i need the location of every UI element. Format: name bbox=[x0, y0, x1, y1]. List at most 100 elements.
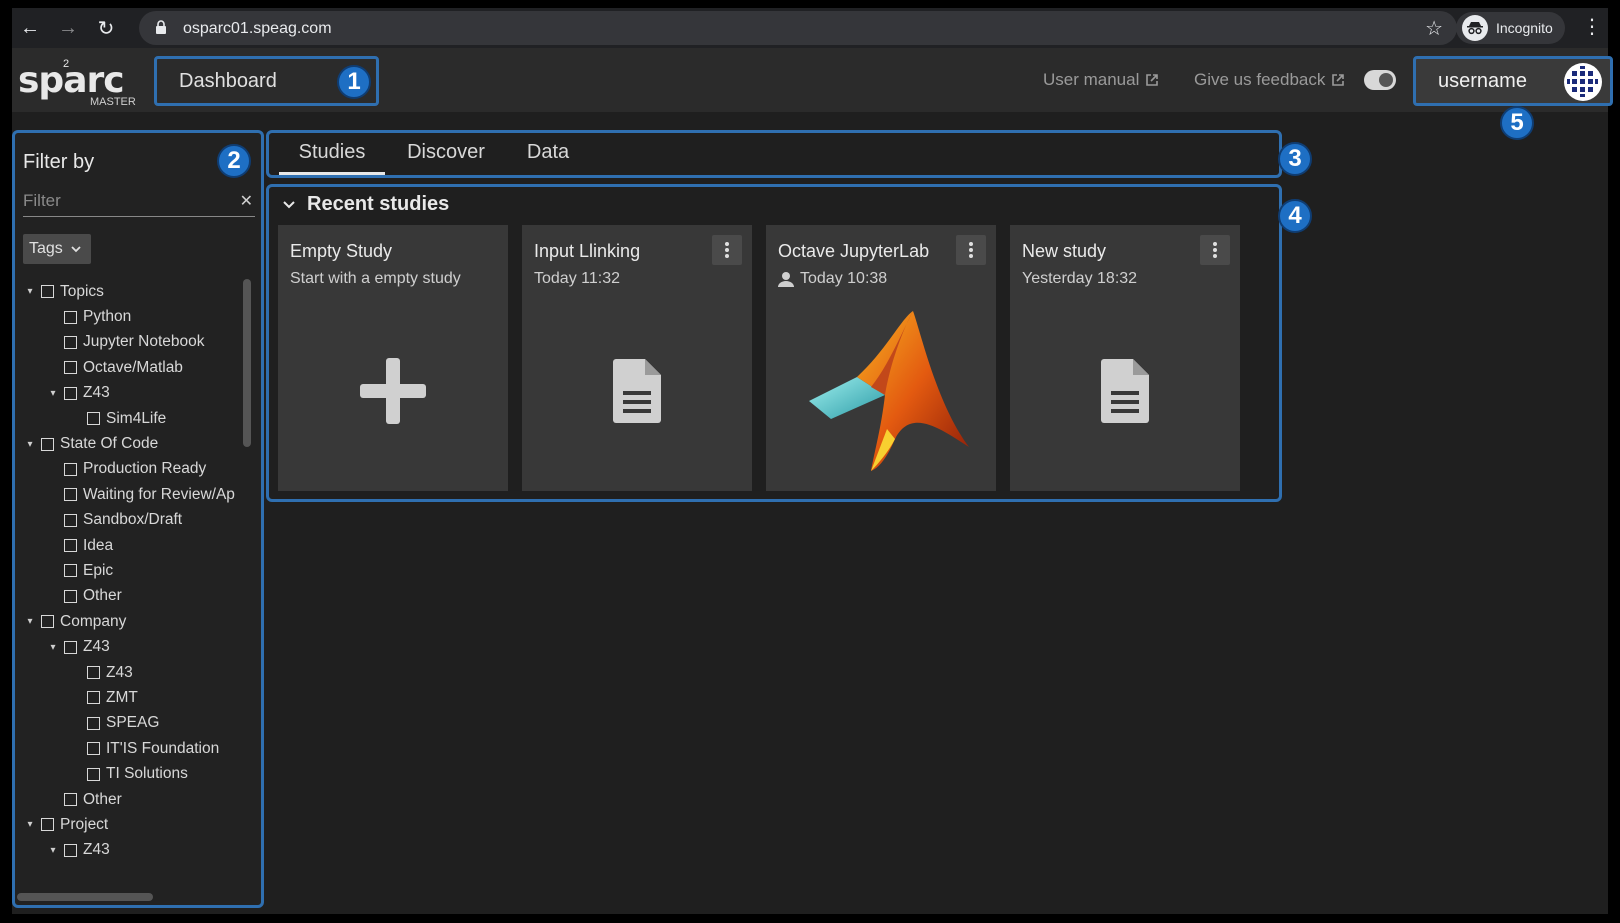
plus-icon bbox=[278, 301, 508, 481]
tag-tree-item[interactable]: Sandbox/Draft bbox=[23, 508, 245, 533]
address-bar[interactable]: osparc01.speag.com ☆ bbox=[139, 11, 1457, 45]
browser-toolbar: ← → ↻ osparc01.speag.com ☆ Incognito ⋮ bbox=[12, 8, 1608, 48]
tag-tree-item[interactable]: Idea bbox=[23, 533, 245, 558]
tag-checkbox[interactable] bbox=[64, 386, 77, 400]
recent-studies-title: Recent studies bbox=[307, 193, 450, 215]
tag-checkbox[interactable] bbox=[64, 488, 77, 502]
study-card-subtitle-row: Yesterday 18:32 bbox=[1022, 270, 1137, 288]
tag-checkbox[interactable] bbox=[64, 335, 77, 349]
tag-checkbox[interactable] bbox=[87, 716, 100, 730]
incognito-label: Incognito bbox=[1496, 20, 1553, 36]
osparc-logo[interactable]: sparc 2 MASTER bbox=[18, 58, 138, 108]
feedback-link[interactable]: Give us feedback bbox=[1194, 70, 1345, 90]
tab-discover[interactable]: Discover bbox=[397, 141, 495, 175]
tag-checkbox[interactable] bbox=[64, 843, 77, 857]
tag-tree-item[interactable]: Epic bbox=[23, 558, 245, 583]
tag-tree-item[interactable]: ▾ Project bbox=[23, 812, 245, 837]
incognito-profile-button[interactable]: Incognito bbox=[1456, 12, 1565, 44]
vertical-dots-icon bbox=[1213, 242, 1217, 258]
tag-tree-item[interactable]: IT'IS Foundation bbox=[23, 736, 245, 761]
kebab-menu-icon[interactable]: ⋮ bbox=[1582, 14, 1602, 39]
tag-checkbox[interactable] bbox=[87, 691, 100, 705]
tag-label: Z43 bbox=[83, 841, 110, 859]
caret-down-icon[interactable]: ▾ bbox=[46, 845, 60, 856]
tag-tree-item[interactable]: ▾ Z43 bbox=[23, 381, 245, 406]
tag-tree-item[interactable]: Production Ready bbox=[23, 457, 245, 482]
tag-checkbox[interactable] bbox=[64, 539, 77, 553]
theme-toggle[interactable] bbox=[1364, 70, 1396, 90]
username-label: username bbox=[1438, 69, 1527, 92]
tag-tree-item[interactable]: TI Solutions bbox=[23, 761, 245, 786]
study-card-subtitle: Today 10:38 bbox=[800, 270, 888, 287]
study-card[interactable]: Octave JupyterLab Today 10:38 bbox=[766, 225, 996, 491]
tag-tree-item[interactable]: Sim4Life bbox=[23, 406, 245, 431]
tag-checkbox[interactable] bbox=[64, 513, 77, 527]
annotation-badge-4: 4 bbox=[1278, 199, 1312, 233]
bookmark-star-icon[interactable]: ☆ bbox=[1425, 16, 1443, 41]
tag-checkbox[interactable] bbox=[64, 640, 77, 654]
tag-checkbox[interactable] bbox=[64, 310, 77, 324]
tag-checkbox[interactable] bbox=[64, 564, 77, 578]
caret-down-icon[interactable]: ▾ bbox=[23, 819, 37, 830]
tag-tree-item[interactable]: Jupyter Notebook bbox=[23, 330, 245, 355]
tag-tree-item[interactable]: Z43 bbox=[23, 660, 245, 685]
tag-label: Sim4Life bbox=[106, 409, 167, 427]
study-options-button[interactable] bbox=[712, 235, 742, 265]
tags-dropdown-button[interactable]: Tags bbox=[23, 234, 91, 264]
tag-checkbox[interactable] bbox=[41, 437, 54, 451]
tag-tree-item[interactable]: ▾ State Of Code bbox=[23, 431, 245, 456]
tag-label: Project bbox=[60, 815, 109, 833]
tag-checkbox[interactable] bbox=[64, 589, 77, 603]
tag-tree-item[interactable]: ▾ Z43 bbox=[23, 838, 245, 863]
tag-checkbox[interactable] bbox=[64, 361, 77, 375]
recent-studies-header[interactable]: Recent studies bbox=[283, 193, 449, 216]
vertical-scrollbar[interactable] bbox=[243, 279, 251, 447]
tag-checkbox[interactable] bbox=[41, 615, 54, 629]
matlab-logo-icon bbox=[766, 301, 996, 481]
caret-down-icon[interactable]: ▾ bbox=[23, 439, 37, 450]
user-avatar bbox=[1564, 63, 1602, 101]
tag-tree-item[interactable]: Other bbox=[23, 787, 245, 812]
tab-studies[interactable]: Studies bbox=[279, 141, 385, 175]
user-menu-button[interactable]: username bbox=[1413, 56, 1613, 106]
filter-input[interactable] bbox=[23, 187, 233, 215]
back-arrow-icon[interactable]: ← bbox=[16, 14, 44, 42]
tag-checkbox[interactable] bbox=[41, 285, 54, 299]
tag-tree-item[interactable]: ZMT bbox=[23, 685, 245, 710]
tag-tree-item[interactable]: Octave/Matlab bbox=[23, 355, 245, 380]
tag-checkbox[interactable] bbox=[64, 793, 77, 806]
vertical-dots-icon bbox=[969, 242, 973, 258]
study-options-button[interactable] bbox=[1200, 235, 1230, 265]
tag-checkbox[interactable] bbox=[87, 767, 100, 781]
study-card[interactable]: Input Llinking Today 11:32 bbox=[522, 225, 752, 491]
tag-checkbox[interactable] bbox=[41, 818, 54, 832]
caret-down-icon[interactable]: ▾ bbox=[23, 616, 37, 627]
tag-checkbox[interactable] bbox=[64, 462, 77, 476]
user-manual-link[interactable]: User manual bbox=[1043, 70, 1159, 90]
tag-tree-item[interactable]: ▾ Topics bbox=[23, 279, 245, 304]
filter-field: ✕ bbox=[23, 187, 255, 217]
tag-tree-item[interactable]: SPEAG bbox=[23, 711, 245, 736]
filter-title: Filter by bbox=[23, 151, 95, 173]
forward-arrow-icon[interactable]: → bbox=[54, 14, 82, 42]
tag-tree-item[interactable]: ▾ Z43 bbox=[23, 634, 245, 659]
caret-down-icon[interactable]: ▾ bbox=[46, 388, 60, 399]
annotation-badge-2: 2 bbox=[217, 144, 251, 178]
study-card-empty[interactable]: Empty Study Start with a empty study bbox=[278, 225, 508, 491]
study-card[interactable]: New study Yesterday 18:32 bbox=[1010, 225, 1240, 491]
tag-tree-item[interactable]: Other bbox=[23, 584, 245, 609]
tag-tree-item[interactable]: ▾ Company bbox=[23, 609, 245, 634]
tag-checkbox[interactable] bbox=[87, 666, 100, 680]
clear-icon[interactable]: ✕ bbox=[240, 191, 253, 211]
tag-tree-item[interactable]: Python bbox=[23, 304, 245, 329]
tag-checkbox[interactable] bbox=[87, 742, 100, 756]
study-card-title: New study bbox=[1022, 241, 1107, 261]
tag-checkbox[interactable] bbox=[87, 412, 100, 426]
horizontal-scrollbar[interactable] bbox=[17, 893, 153, 901]
reload-icon[interactable]: ↻ bbox=[92, 14, 120, 42]
caret-down-icon[interactable]: ▾ bbox=[23, 286, 37, 297]
tag-tree-item[interactable]: Waiting for Review/Ap bbox=[23, 482, 245, 507]
study-options-button[interactable] bbox=[956, 235, 986, 265]
tab-data[interactable]: Data bbox=[515, 141, 581, 175]
caret-down-icon[interactable]: ▾ bbox=[46, 642, 60, 653]
